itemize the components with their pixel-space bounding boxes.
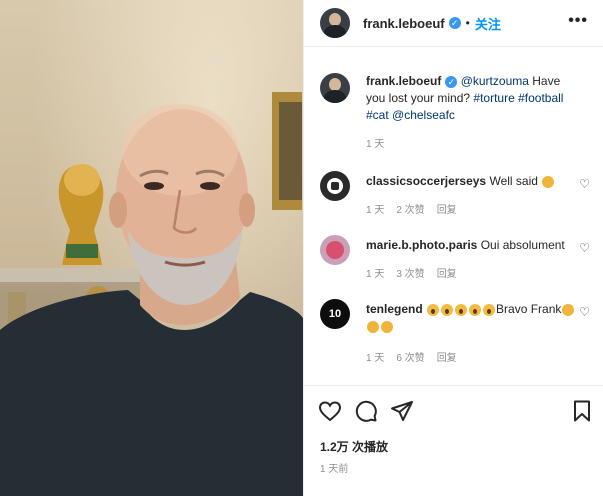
like-comment-heart-icon[interactable]: ♡ <box>579 305 590 319</box>
caption-author-avatar[interactable] <box>320 73 350 103</box>
caption-time[interactable]: 1 天 <box>366 139 384 150</box>
scream-emoji-icon <box>427 303 440 316</box>
share-icon[interactable] <box>390 399 414 423</box>
heart-icon[interactable] <box>318 399 342 423</box>
clap-icon <box>381 320 393 333</box>
comment-meta: 1 天 2 次赞 回复 <box>366 201 469 216</box>
reply-button[interactable]: 回复 <box>437 353 457 364</box>
comment-time[interactable]: 1 天 <box>366 269 384 280</box>
separator-dot: • <box>465 16 470 30</box>
clap-icon <box>542 175 555 188</box>
author-avatar[interactable] <box>320 8 350 38</box>
commenter-avatar[interactable] <box>320 235 350 265</box>
glass-shelf <box>0 268 140 284</box>
post-time[interactable]: 1 天前 <box>320 460 348 475</box>
mention-link[interactable]: @kurtzouma <box>461 74 529 88</box>
verified-icon: ✓ <box>448 17 461 29</box>
video-scene <box>0 92 303 496</box>
clap-icon <box>562 303 575 316</box>
comment-body: Well said <box>489 174 538 188</box>
scream-emoji-icon <box>469 303 482 316</box>
comment-time[interactable]: 1 天 <box>366 353 384 364</box>
follow-button[interactable]: 关注 <box>475 14 501 33</box>
bookmark-icon[interactable] <box>570 399 594 423</box>
caption-text: frank.leboeuf ✓ @kurtzouma Have you lost … <box>366 73 581 124</box>
caption-username[interactable]: frank.leboeuf <box>366 74 441 88</box>
author-username[interactable]: frank.leboeuf <box>363 16 445 31</box>
scream-emoji-icon <box>455 303 468 316</box>
trophy <box>58 164 104 265</box>
like-comment-heart-icon[interactable]: ♡ <box>579 241 590 255</box>
post-action-bar <box>304 385 603 436</box>
comment-meta: 1 天 3 次赞 回复 <box>366 265 469 280</box>
comment-item: marie.b.photo.paris Oui absolument ♡ 1 天… <box>320 235 590 285</box>
commenter-username[interactable]: classicsoccerjerseys <box>366 174 486 188</box>
caption-item: frank.leboeuf ✓ @kurtzouma Have you lost … <box>320 73 590 153</box>
hashtag-link[interactable]: #cat <box>366 108 389 122</box>
caption-meta: 1 天 <box>366 135 396 150</box>
hashtag-link[interactable]: #football <box>518 91 563 105</box>
comment-item: classicsoccerjerseys Well said ♡ 1 天 2 次赞… <box>320 171 590 221</box>
verified-icon: ✓ <box>445 75 458 88</box>
scream-emoji-icon <box>483 303 496 316</box>
avatar-badge-text: 10 <box>328 308 342 320</box>
comment-meta: 1 天 6 次赞 回复 <box>366 349 469 364</box>
view-count[interactable]: 1.2万 次播放 <box>320 438 388 455</box>
comment-item: 10 tenlegend Bravo Frank ♡ 1 天 6 次赞 回复 <box>320 299 590 369</box>
comment-icon[interactable] <box>354 399 378 423</box>
post-video[interactable] <box>0 0 303 496</box>
more-options-icon[interactable]: ••• <box>568 12 588 30</box>
comment-text: marie.b.photo.paris Oui absolument <box>366 237 581 254</box>
like-comment-heart-icon[interactable]: ♡ <box>579 177 590 191</box>
commenter-avatar[interactable] <box>320 171 350 201</box>
comments-list[interactable]: frank.leboeuf ✓ @kurtzouma Have you lost … <box>304 57 603 382</box>
post-header: frank.leboeuf ✓ • 关注 ••• <box>304 0 603 47</box>
commenter-username[interactable]: tenlegend <box>366 302 423 316</box>
reply-button[interactable]: 回复 <box>437 205 457 216</box>
reply-button[interactable]: 回复 <box>437 269 457 280</box>
comment-body: Bravo Frank <box>496 302 562 316</box>
comment-text: tenlegend Bravo Frank <box>366 301 581 335</box>
instagram-post-modal: frank.leboeuf ✓ • 关注 ••• frank.leboeuf ✓ … <box>0 0 603 496</box>
comment-text: classicsoccerjerseys Well said <box>366 173 581 190</box>
comment-likes[interactable]: 2 次赞 <box>396 205 424 216</box>
scream-emoji-icon <box>441 303 454 316</box>
person-shirt <box>0 290 303 496</box>
comment-body: Oui absolument <box>480 238 565 252</box>
comment-likes[interactable]: 6 次赞 <box>396 353 424 364</box>
commenter-avatar[interactable]: 10 <box>320 299 350 329</box>
hashtag-link[interactable]: #torture <box>473 91 514 105</box>
mention-link[interactable]: @chelseafc <box>392 108 455 122</box>
commenter-username[interactable]: marie.b.photo.paris <box>366 238 477 252</box>
clap-icon <box>367 320 379 333</box>
comment-likes[interactable]: 3 次赞 <box>396 269 424 280</box>
picture-inner <box>279 102 302 200</box>
comment-time[interactable]: 1 天 <box>366 205 384 216</box>
post-side-panel: frank.leboeuf ✓ • 关注 ••• frank.leboeuf ✓ … <box>303 0 603 496</box>
